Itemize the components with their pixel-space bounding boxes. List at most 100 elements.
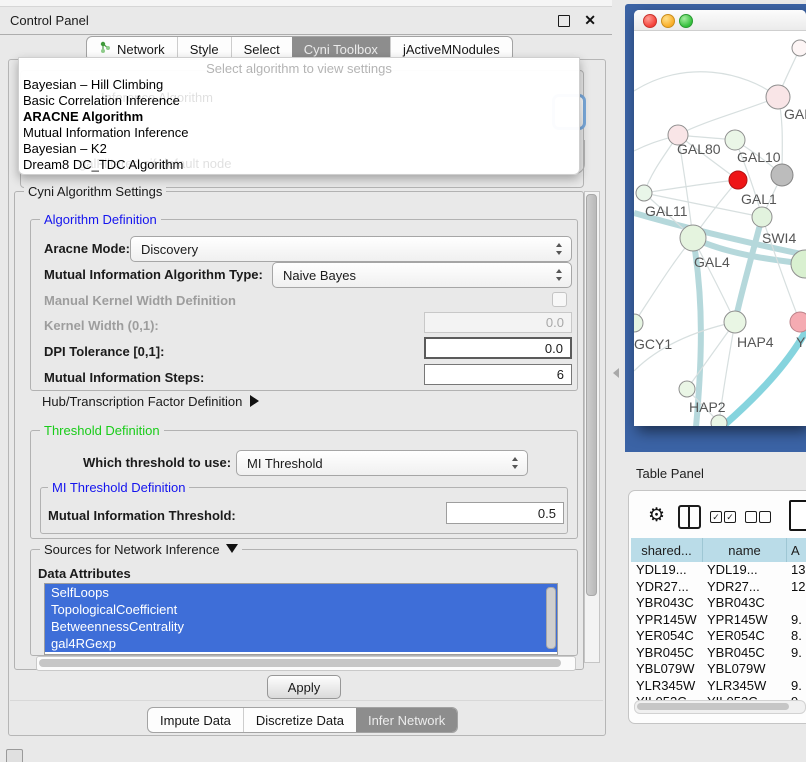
document-icon[interactable] <box>789 500 806 531</box>
aracne-mode-select[interactable]: Discovery <box>130 236 572 262</box>
table-row[interactable]: YBL079WYBL079W <box>631 661 806 678</box>
network-node-gal1[interactable] <box>752 207 772 227</box>
which-threshold-select[interactable]: MI Threshold <box>236 450 528 476</box>
tab-infer-network[interactable]: Infer Network <box>356 708 457 732</box>
network-node-hap2[interactable] <box>679 381 695 397</box>
manual-kernel-checkbox[interactable] <box>552 292 567 307</box>
gear-icon[interactable]: ⚙ <box>648 504 665 527</box>
mi-threshold-field[interactable]: 0.5 <box>446 502 564 524</box>
collapsed-panel-icon[interactable] <box>6 749 23 762</box>
top-strip <box>0 0 612 7</box>
close-traffic-light[interactable] <box>643 14 657 28</box>
menu-item-aracne[interactable]: ARACNE Algorithm <box>23 109 143 125</box>
algorithm-definition-title: Algorithm Definition <box>40 213 161 227</box>
columns-icon-divider <box>688 507 690 527</box>
table-row[interactable]: YDR27...YDR27...12 <box>631 579 806 596</box>
cell-name: YBR045C <box>703 645 787 662</box>
unchecked-checkbox-icon[interactable] <box>759 511 771 523</box>
list-item-selected[interactable]: TopologicalCoefficient <box>45 601 557 618</box>
cell-name: YDL19... <box>703 562 787 579</box>
network-node-hap4[interactable] <box>724 311 746 333</box>
network-window: GAL GAL80 GAL10 GAL1 GAL11 GAL4 SWI4 GCY… <box>634 10 806 426</box>
kernel-width-label: Kernel Width (0,1): <box>44 318 159 333</box>
table-horizontal-scrollbar[interactable] <box>634 700 806 714</box>
table-row[interactable]: YBR045CYBR045C9. <box>631 645 806 662</box>
settings-horizontal-scrollbar[interactable] <box>36 656 576 671</box>
list-item-selected[interactable]: gal4RGexp <box>45 635 557 652</box>
unchecked-checkbox-icon[interactable] <box>745 511 757 523</box>
table-header: shared... name A <box>631 538 806 562</box>
table-row[interactable]: YDL19...YDL19...13 <box>631 562 806 579</box>
network-node-gal4[interactable] <box>680 225 706 251</box>
mi-type-select[interactable]: Naive Bayes <box>272 262 572 288</box>
horizontal-scrollbar-thumb[interactable] <box>39 659 561 667</box>
settings-vertical-scrollbar[interactable] <box>584 191 600 663</box>
hub-definition-label: Hub/Transcription Factor Definition <box>42 394 242 409</box>
table-row[interactable]: YER054CYER054C8. <box>631 628 806 645</box>
network-node[interactable] <box>792 40 806 56</box>
menu-item[interactable]: Dream8 DC_TDC Algorithm <box>23 157 183 173</box>
network-node-gal11[interactable] <box>636 185 652 201</box>
tab-discretize-data[interactable]: Discretize Data <box>243 708 356 732</box>
mi-type-label: Mutual Information Algorithm Type: <box>44 267 263 282</box>
network-node-gcy1[interactable] <box>634 314 643 332</box>
tab-impute-data-label: Impute Data <box>160 713 231 728</box>
data-attributes-list: SelfLoops TopologicalCoefficient Between… <box>44 583 558 655</box>
list-item-selected[interactable]: BetweennessCentrality <box>45 618 557 635</box>
float-window-icon[interactable] <box>558 15 570 27</box>
dpi-tolerance-field[interactable]: 0.0 <box>424 337 572 359</box>
mi-steps-field[interactable]: 6 <box>424 364 572 385</box>
hub-definition-toggle[interactable]: Hub/Transcription Factor Definition <box>42 394 259 409</box>
node-label: GAL1 <box>741 191 777 207</box>
node-label: GAL11 <box>645 203 688 219</box>
list-scrollbar-thumb[interactable] <box>546 587 556 649</box>
settings-scrollbar-thumb[interactable] <box>586 194 597 596</box>
which-threshold-label: Which threshold to use: <box>83 455 231 470</box>
menu-item[interactable]: Bayesian – Hill Climbing <box>23 77 163 93</box>
apply-button[interactable]: Apply <box>267 675 341 699</box>
cell-value: 9. <box>787 645 802 662</box>
network-canvas[interactable]: GAL GAL80 GAL10 GAL1 GAL11 GAL4 SWI4 GCY… <box>634 31 806 426</box>
tab-impute-data[interactable]: Impute Data <box>148 708 243 732</box>
kernel-width-field[interactable]: 0.0 <box>424 312 572 333</box>
sources-toggle[interactable]: Sources for Network Inference <box>40 543 242 557</box>
network-graph: GAL GAL80 GAL10 GAL1 GAL11 GAL4 SWI4 GCY… <box>634 31 806 426</box>
manual-kernel-label: Manual Kernel Width Definition <box>44 293 236 308</box>
network-node[interactable] <box>711 415 727 426</box>
close-icon[interactable]: ✕ <box>584 12 596 29</box>
node-label: SWI4 <box>762 230 796 246</box>
cell-shared-name: YER054C <box>631 628 703 645</box>
checked-checkbox-icon[interactable]: ✓ <box>710 511 722 523</box>
network-node-pink[interactable] <box>790 312 806 332</box>
table-body: YDL19...YDL19...13 YDR27...YDR27...12 YB… <box>631 562 806 711</box>
menu-item[interactable]: Basic Correlation Inference <box>23 93 180 109</box>
zoom-traffic-light[interactable] <box>679 14 693 28</box>
network-icon <box>99 41 112 57</box>
table-row[interactable]: YBR043CYBR043C <box>631 595 806 612</box>
column-header-shared-name[interactable]: shared... <box>631 538 703 562</box>
cell-value: 9. <box>787 612 802 629</box>
network-node-selected-red[interactable] <box>729 171 747 189</box>
cell-shared-name: YPR145W <box>631 612 703 629</box>
column-header-name[interactable]: name <box>703 538 787 562</box>
network-node-gal10[interactable] <box>725 130 745 150</box>
table-row[interactable]: YLR345WYLR345W9. <box>631 678 806 695</box>
checked-checkbox-icon[interactable]: ✓ <box>724 511 736 523</box>
menu-item[interactable]: Bayesian – K2 <box>23 141 107 157</box>
data-attributes-label: Data Attributes <box>38 566 131 581</box>
tab-select-label: Select <box>244 42 280 57</box>
node-label: HAP2 <box>689 399 726 415</box>
tab-infer-network-label: Infer Network <box>368 713 445 728</box>
list-item-selected[interactable]: SelfLoops <box>45 584 557 601</box>
cell-shared-name: YBR045C <box>631 645 703 662</box>
menu-item[interactable]: Mutual Information Inference <box>23 125 188 141</box>
table-row[interactable]: YPR145WYPR145W9. <box>631 612 806 629</box>
column-header-partial[interactable]: A <box>787 538 806 562</box>
columns-icon[interactable] <box>678 505 701 529</box>
algorithm-popup: Select algorithm to view settings Infere… <box>18 57 580 175</box>
threshold-definition-title: Threshold Definition <box>40 424 164 438</box>
minimize-traffic-light[interactable] <box>661 14 675 28</box>
table-scrollbar-thumb[interactable] <box>637 703 789 710</box>
splitter-handle[interactable] <box>613 368 619 378</box>
network-node-gray[interactable] <box>771 164 793 186</box>
